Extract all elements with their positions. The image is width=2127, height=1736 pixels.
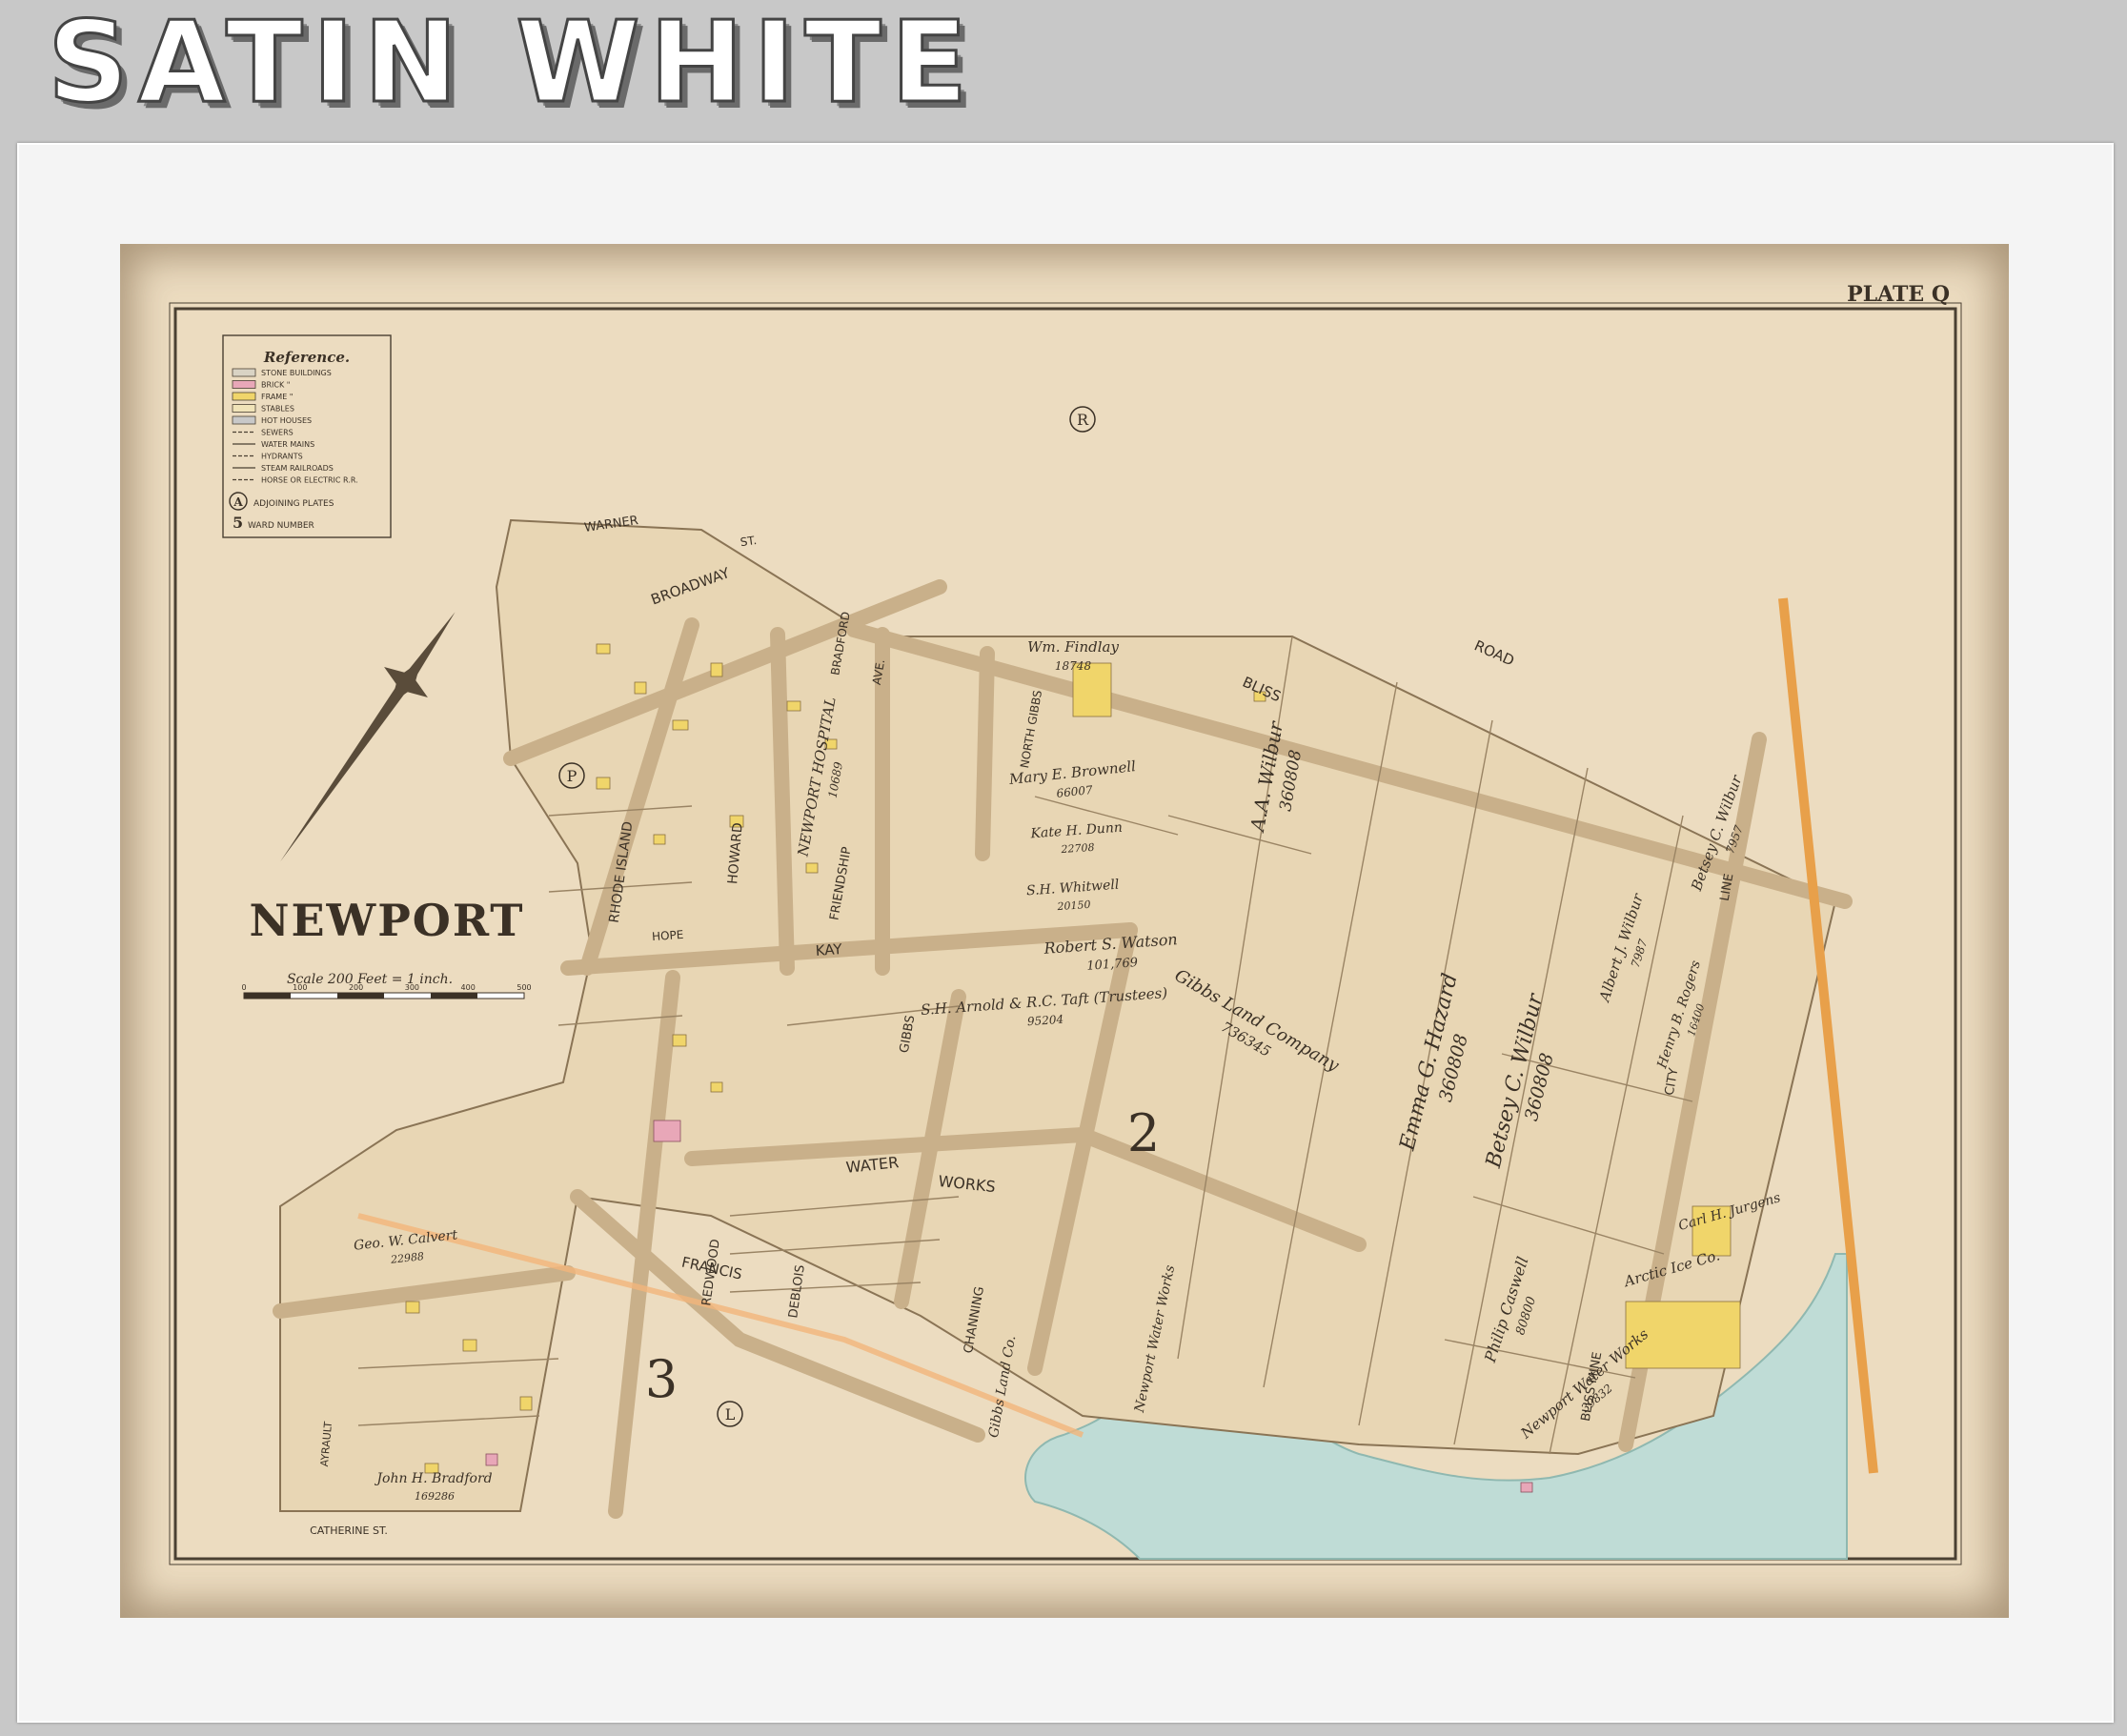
legend-item-label: STONE BUILDINGS: [261, 369, 332, 377]
north-arrow-icon: [280, 612, 456, 862]
ward-number-2: 2: [1127, 1103, 1160, 1163]
street-label: DEBLOIS: [786, 1264, 808, 1320]
legend-swatch: [232, 415, 256, 425]
owner-area: 169286: [415, 1490, 455, 1503]
reference-legend: Reference. STONE BUILDINGS BRICK " FRAME "…: [222, 334, 392, 538]
legend-item-label: HOT HOUSES: [261, 416, 312, 425]
street-label: CATHERINE ST.: [310, 1524, 388, 1537]
legend-swatch: [232, 368, 256, 377]
street-label: ROAD: [1471, 636, 1516, 669]
scale-text: Scale 200 Feet = 1 inch.: [287, 972, 453, 987]
legend-item-label: HORSE OR ELECTRIC R.R.: [261, 476, 358, 485]
legend-item-label: WATER MAINS: [261, 440, 314, 449]
adjoining-plate-L: L: [725, 1405, 736, 1423]
ward-number-3: 3: [645, 1349, 678, 1409]
owner-area: 22708: [1060, 841, 1095, 856]
scale-tick-label: 400: [461, 983, 476, 992]
legend-item-label: STABLES: [261, 405, 294, 414]
legend-item-label: STEAM RAILROADS: [261, 464, 334, 473]
scale-tick-label: 200: [349, 983, 363, 992]
legend-swatch: [232, 380, 256, 389]
legend-item-label: FRAME ": [261, 393, 294, 401]
owner-name: Wm. Findlay: [1027, 638, 1119, 656]
ward-badge: 5: [233, 514, 243, 532]
scale-bar: [243, 992, 525, 999]
legend-ward-label: WARD NUMBER: [248, 521, 314, 531]
legend-item-label: BRICK ": [261, 381, 290, 390]
legend-item-label: HYDRANTS: [261, 453, 303, 461]
legend-swatch: [232, 392, 256, 401]
scale-tick-label: 0: [241, 983, 246, 992]
scale-tick-label: 100: [293, 983, 307, 992]
legend-item-label: SEWERS: [261, 429, 294, 437]
street-label: ST.: [739, 534, 758, 549]
street-label: KAY: [815, 940, 843, 959]
map-print: PLATE Q Reference. STONE BUILDINGS BRICK…: [120, 244, 2009, 1618]
legend-adjoining-label: ADJOINING PLATES: [253, 499, 334, 509]
adjoining-plate-R: R: [1077, 411, 1089, 429]
owner-area: 18748: [1055, 659, 1092, 673]
svg-text:A: A: [233, 495, 243, 509]
map-canvas: PLATE Q Reference. STONE BUILDINGSBRICK …: [169, 282, 1962, 1565]
scale-tick-label: 500: [517, 983, 531, 992]
street-label: HOPE: [652, 928, 684, 943]
legend-title: Reference.: [263, 349, 350, 366]
legend-swatch: [232, 404, 256, 413]
owner-area: 20150: [1056, 898, 1091, 913]
owner-name: John H. Bradford: [374, 1471, 492, 1486]
adjoining-plate-P: P: [567, 767, 577, 785]
owner-area: 95204: [1027, 1013, 1064, 1029]
scale-tick-label: 300: [405, 983, 419, 992]
page-title: SATIN WHITE: [46, 0, 978, 128]
city-name: NEWPORT: [249, 895, 524, 946]
plate-label: PLATE Q: [1847, 282, 1950, 307]
